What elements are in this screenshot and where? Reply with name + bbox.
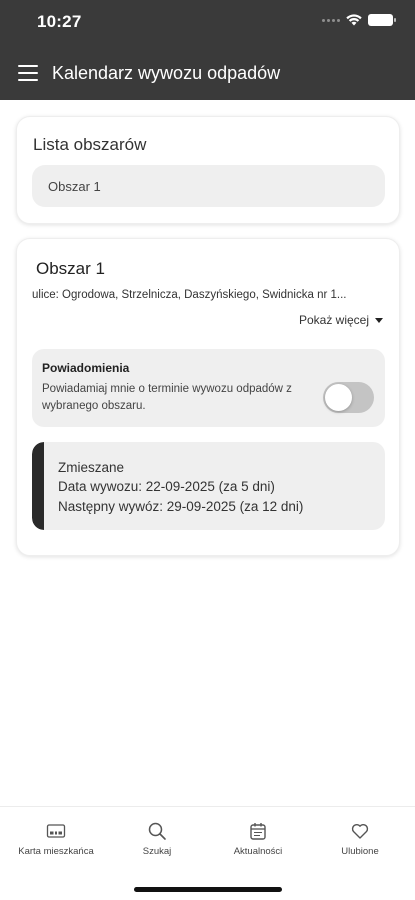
notifications-description: Powiadamiaj mnie o terminie wywozu odpad… — [42, 383, 292, 412]
bottom-tab-bar: Karta mieszkańca Szukaj Aktualności Ulub… — [0, 806, 415, 900]
status-time: 10:27 — [37, 12, 82, 31]
tab-search[interactable]: Szukaj — [107, 821, 207, 857]
battery-icon — [368, 14, 396, 26]
chevron-down-icon — [375, 317, 383, 323]
tab-label: Szukaj — [142, 846, 172, 857]
toggle-knob — [325, 384, 352, 411]
calendar-icon — [250, 823, 266, 840]
id-card-icon — [46, 824, 66, 838]
wifi-icon — [346, 14, 362, 26]
app-bar: Kalendarz wywozu odpadów — [0, 50, 415, 96]
search-icon — [148, 822, 166, 840]
tab-label: Karta mieszkańca — [18, 846, 94, 857]
area-details-card: Obszar 1 ulice: Ogrodowa, Strzelnicza, D… — [16, 238, 400, 556]
area-select[interactable]: Obszar 1 — [32, 165, 385, 207]
area-name: Obszar 1 — [36, 259, 105, 278]
tab-favorites[interactable]: Ulubione — [310, 821, 410, 857]
app-header: 10:27 Kalendarz wywozu odpadów — [0, 0, 415, 100]
status-bar: 10:27 — [0, 0, 415, 46]
pickup-schedule: Zmieszane Data wywozu: 22-09-2025 (za 5 … — [32, 442, 385, 530]
areas-list-card: Lista obszarów Obszar 1 — [16, 116, 400, 224]
signal-icon — [322, 18, 340, 22]
notifications-toggle[interactable] — [323, 382, 374, 413]
show-more-button[interactable]: Pokaż więcej — [299, 313, 383, 327]
tab-label: Ulubione — [341, 846, 379, 857]
tab-resident-card[interactable]: Karta mieszkańca — [6, 821, 106, 857]
next-pickup-date: Następny wywóz: 29-09-2025 (za 12 dni) — [58, 499, 304, 514]
status-icons — [322, 14, 396, 26]
home-indicator[interactable] — [134, 887, 282, 892]
notifications-panel: Powiadomienia Powiadamiaj mnie o termini… — [32, 349, 385, 427]
tab-label: Aktualności — [233, 846, 283, 857]
area-streets: ulice: Ogrodowa, Strzelnicza, Daszyńskie… — [32, 289, 347, 301]
waste-type: Zmieszane — [58, 460, 125, 475]
heart-icon — [351, 823, 369, 839]
pickup-date: Data wywozu: 22-09-2025 (za 5 dni) — [58, 479, 275, 494]
menu-icon[interactable] — [18, 65, 38, 81]
page-title: Kalendarz wywozu odpadów — [52, 62, 281, 83]
pickup-accent-bar — [32, 442, 44, 530]
areas-list-title: Lista obszarów — [33, 135, 147, 154]
tab-news[interactable]: Aktualności — [208, 821, 308, 857]
show-more-label: Pokaż więcej — [298, 313, 369, 327]
notifications-title: Powiadomienia — [42, 361, 130, 375]
